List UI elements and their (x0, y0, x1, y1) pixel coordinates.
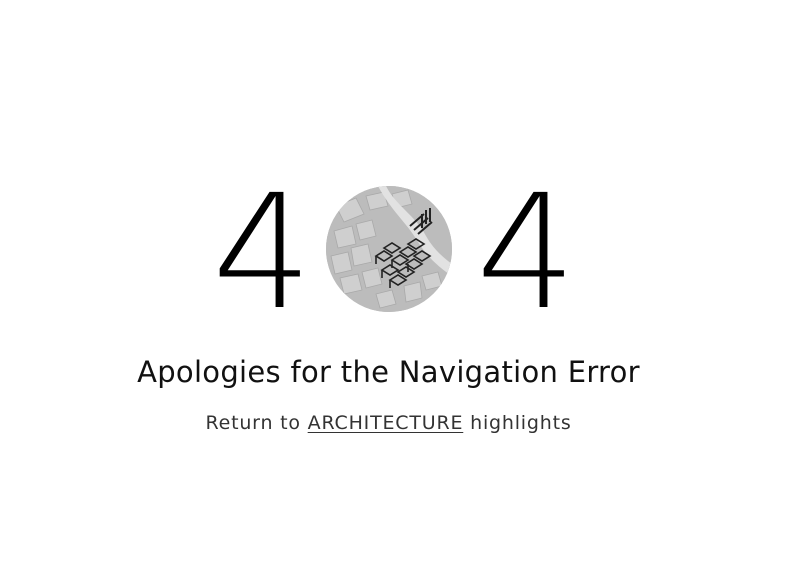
error-page: 4 4 Apologies for the Navigation Error R… (0, 0, 799, 586)
error-code: 4 4 (0, 161, 777, 345)
return-suffix: highlights (470, 412, 572, 434)
architecture-link[interactable]: ARCHITECTURE (308, 412, 464, 434)
error-digit-last: 4 (476, 161, 577, 345)
architecture-map-image (326, 186, 452, 312)
error-headline: Apologies for the Navigation Error (137, 355, 640, 389)
return-prefix: Return to (205, 412, 301, 434)
return-message: Return to ARCHITECTURE highlights (0, 412, 777, 434)
error-digit-first: 4 (212, 161, 313, 345)
